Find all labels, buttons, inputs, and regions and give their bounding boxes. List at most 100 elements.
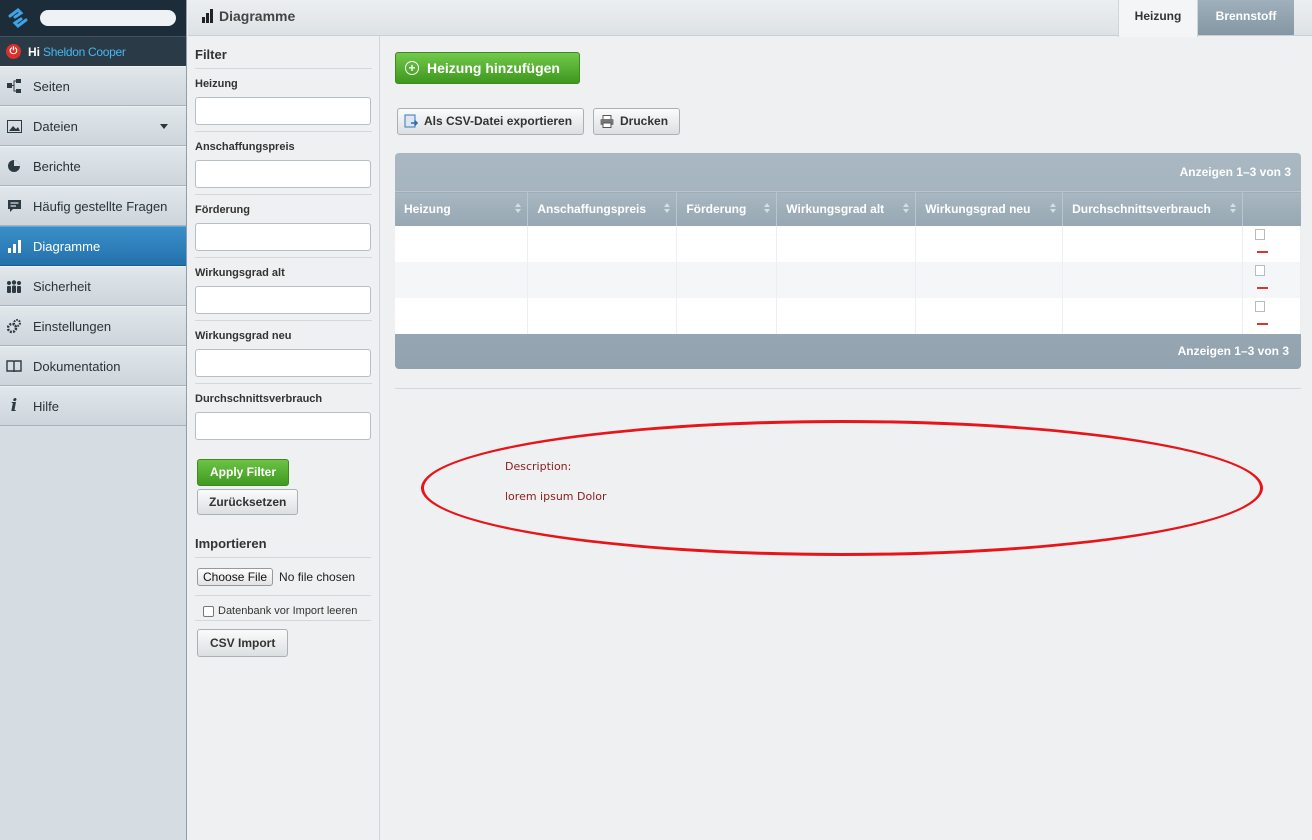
tab-brennstoff[interactable]: Brennstoff — [1198, 0, 1294, 35]
filter-field-heizung: Heizung — [195, 69, 372, 132]
sort-icon — [1050, 203, 1057, 213]
export-csv-button[interactable]: Als CSV-Datei exportieren — [397, 108, 585, 135]
sidebar-item-label: Diagramme — [33, 238, 101, 254]
sidebar-item-faq[interactable]: Häufig gestellte Fragen — [0, 186, 186, 226]
choose-file-button[interactable]: Choose File — [197, 568, 274, 586]
sidebar-item-einstellungen[interactable]: Einstellungen — [0, 306, 186, 346]
column-header-anschaffungspreis[interactable]: Anschaffungspreis — [527, 191, 678, 226]
table-cell-redacted — [915, 225, 1064, 262]
field-label: Wirkungsgrad neu — [195, 330, 292, 342]
reset-button[interactable]: Zurücksetzen — [197, 489, 299, 515]
description-text: lorem ipsum Dolor — [505, 490, 607, 503]
filter-field-anschaffungspreis: Anschaffungspreis — [195, 132, 372, 195]
chevron-down-icon[interactable] — [160, 124, 168, 129]
table-row[interactable] — [395, 297, 1301, 334]
table-header-row: Heizung Anschaffungspreis Förderung Wirk… — [395, 191, 1301, 226]
book-icon — [6, 358, 22, 374]
table-cell-redacted — [676, 225, 778, 262]
divider — [395, 388, 1301, 389]
filter-title: Filter — [195, 36, 372, 69]
info-icon: i — [10, 396, 18, 416]
import-title: Importieren — [195, 536, 371, 558]
column-header-heizung[interactable]: Heizung — [395, 191, 529, 226]
user-bar: ⏻ Hi Sheldon Cooper — [0, 36, 186, 66]
top-bar: Diagramme Heizung Brennstoff — [188, 0, 1312, 37]
wirkungsgrad-neu-input[interactable] — [195, 349, 371, 377]
field-label: Durchschnittsverbrauch — [195, 393, 323, 405]
add-heizung-label: Heizung hinzufügen — [427, 60, 560, 76]
column-header-label: Heizung — [404, 201, 451, 216]
sidebar-item-hilfe[interactable]: i Hilfe — [0, 386, 186, 426]
sidebar-item-sicherheit[interactable]: Sicherheit — [0, 266, 186, 306]
table-cell-redacted — [395, 225, 529, 262]
column-header-wirkungsgrad-alt[interactable]: Wirkungsgrad alt — [776, 191, 917, 226]
column-header-durchschnittsverbrauch[interactable]: Durchschnittsverbrauch — [1062, 191, 1244, 226]
sidebar-item-diagramme[interactable]: Diagramme — [0, 226, 186, 266]
table-cell-redacted — [527, 225, 678, 262]
brand-bar — [0, 0, 186, 36]
sidebar-item-dokumentation[interactable]: Dokumentation — [0, 346, 186, 386]
table-cell-redacted — [776, 225, 917, 262]
table-cell-redacted — [776, 261, 917, 298]
field-label: Heizung — [195, 78, 238, 90]
delete-icon[interactable] — [1257, 248, 1269, 253]
anschaffungspreis-input[interactable] — [195, 160, 371, 188]
sort-icon — [1230, 203, 1237, 213]
user-name[interactable]: Sheldon Cooper — [43, 45, 126, 59]
wirkungsgrad-alt-input[interactable] — [195, 286, 371, 314]
delete-icon[interactable] — [1257, 320, 1269, 325]
foerderung-input[interactable] — [195, 223, 371, 251]
plus-circle-icon: + — [405, 61, 419, 75]
sidebar-item-seiten[interactable]: Seiten — [0, 66, 186, 106]
column-header-wirkungsgrad-neu[interactable]: Wirkungsgrad neu — [915, 191, 1064, 226]
users-icon — [6, 278, 22, 294]
column-header-actions — [1242, 191, 1301, 226]
durchschnittsverbrauch-input[interactable] — [195, 412, 371, 440]
heizung-input[interactable] — [195, 97, 371, 125]
sidebar-item-label: Hilfe — [33, 398, 60, 414]
bar-chart-icon — [6, 238, 22, 254]
pagination-info: Anzeigen 1–3 von 3 — [1179, 165, 1291, 179]
table-cell-redacted — [1062, 261, 1244, 298]
sidebar-item-berichte[interactable]: Berichte — [0, 146, 186, 186]
sort-icon — [515, 203, 522, 213]
edit-icon[interactable] — [1255, 300, 1266, 312]
pie-chart-icon — [6, 158, 22, 174]
row-actions — [1242, 261, 1301, 298]
apply-filter-button[interactable]: Apply Filter — [197, 459, 290, 486]
table-cell-redacted — [395, 297, 529, 334]
table-cell-redacted — [915, 297, 1064, 334]
description-label: Description: — [505, 460, 572, 473]
logout-power-icon[interactable]: ⏻ — [6, 44, 21, 59]
table-row[interactable] — [395, 225, 1301, 262]
annotation-ellipse — [421, 420, 1263, 556]
column-header-foerderung[interactable]: Förderung — [676, 191, 778, 226]
tab-heizung[interactable]: Heizung — [1118, 0, 1198, 37]
file-picker: Choose File No file chosen — [197, 568, 355, 586]
sidebar-item-dateien[interactable]: Dateien — [0, 106, 186, 146]
csv-import-button[interactable]: CSV Import — [197, 629, 289, 657]
edit-icon[interactable] — [1255, 228, 1266, 240]
table-row[interactable] — [395, 261, 1301, 298]
logo-icon[interactable] — [6, 6, 30, 30]
clear-db-checkbox[interactable] — [203, 605, 214, 617]
field-label: Anschaffungspreis — [195, 141, 295, 153]
field-label: Wirkungsgrad alt — [195, 267, 285, 279]
column-header-label: Förderung — [686, 201, 747, 216]
clear-db-option[interactable]: Datenbank vor Import leeren — [203, 605, 357, 617]
row-actions — [1242, 297, 1301, 334]
delete-icon[interactable] — [1257, 284, 1269, 289]
sidebar-item-label: Dateien — [33, 118, 78, 134]
column-header-label: Anschaffungspreis — [537, 201, 647, 216]
column-header-label: Wirkungsgrad neu — [925, 201, 1031, 216]
table-cell-redacted — [527, 297, 678, 334]
row-actions — [1242, 225, 1301, 262]
table-cell-redacted — [776, 297, 917, 334]
add-heizung-button[interactable]: + Heizung hinzufügen — [395, 52, 580, 84]
column-header-label: Wirkungsgrad alt — [786, 201, 885, 216]
print-button[interactable]: Drucken — [593, 108, 681, 135]
edit-icon[interactable] — [1255, 264, 1266, 276]
sidebar-item-label: Einstellungen — [33, 318, 112, 334]
table-cell-redacted — [527, 261, 678, 298]
print-label: Drucken — [620, 114, 669, 128]
